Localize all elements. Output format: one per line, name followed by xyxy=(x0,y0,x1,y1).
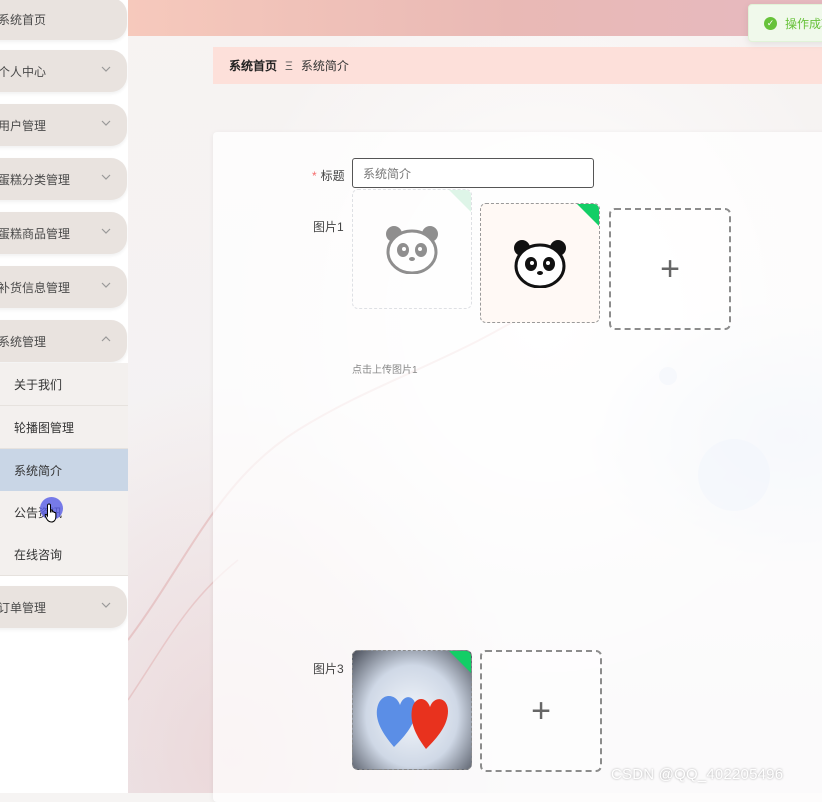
sidebar: 系统首页 个人中心 用户管理 蛋糕分类管理 蛋糕商品管理 补货信息管理 系统管理… xyxy=(0,0,128,793)
sidebar-item-restock-info[interactable]: 补货信息管理 xyxy=(0,266,127,308)
sidebar-subitem-online-consult[interactable]: 在线咨询 xyxy=(0,533,128,576)
chevron-down-icon xyxy=(101,118,111,128)
plus-icon: + xyxy=(660,250,680,288)
breadcrumb-home[interactable]: 系统首页 xyxy=(229,57,277,74)
sidebar-item-label: 蛋糕商品管理 xyxy=(0,226,71,241)
sidebar-subitem-label: 关于我们 xyxy=(14,377,63,392)
sidebar-subitem-label: 轮播图管理 xyxy=(14,420,75,435)
sidebar-item-label: 蛋糕分类管理 xyxy=(0,172,71,187)
required-marker: * xyxy=(312,169,317,183)
sidebar-item-label: 补货信息管理 xyxy=(0,280,71,295)
sidebar-item-label: 系统管理 xyxy=(0,334,47,349)
sidebar-subitem-system-intro[interactable]: 系统简介 xyxy=(0,449,128,492)
chevron-up-icon xyxy=(101,334,111,344)
sidebar-item-home[interactable]: 系统首页 xyxy=(0,0,127,40)
sidebar-item-label: 用户管理 xyxy=(0,118,47,133)
sidebar-subitem-carousel[interactable]: 轮播图管理 xyxy=(0,406,128,449)
sidebar-item-label: 订单管理 xyxy=(0,600,47,615)
sidebar-item-order-management[interactable]: 订单管理 xyxy=(0,586,127,628)
chevron-down-icon xyxy=(101,64,111,74)
plus-icon: + xyxy=(531,692,551,730)
panda-image xyxy=(386,226,438,274)
top-header-bar xyxy=(128,0,822,36)
sidebar-subitem-about-us[interactable]: 关于我们 xyxy=(0,363,128,406)
picture1-upload-button[interactable]: + xyxy=(609,208,731,330)
chevron-down-icon xyxy=(101,600,111,610)
success-toast: ✓ 操作成功 xyxy=(748,4,822,42)
sidebar-item-system-management[interactable]: 系统管理 xyxy=(0,320,127,362)
chevron-down-icon xyxy=(101,280,111,290)
picture3-thumbnail[interactable] xyxy=(352,650,472,770)
watermark: CSDN @QQ_402205496 xyxy=(611,766,784,783)
toast-message: 操作成功 xyxy=(785,16,822,31)
sidebar-subitem-label: 在线咨询 xyxy=(14,547,63,562)
sidebar-item-user-management[interactable]: 用户管理 xyxy=(0,104,127,146)
sidebar-subitem-announcements[interactable]: 公告资讯 xyxy=(0,491,128,534)
sidebar-item-label: 系统首页 xyxy=(0,12,47,27)
sidebar-subitem-label: 系统简介 xyxy=(14,463,63,478)
upload-success-corner xyxy=(448,190,471,213)
picture1-label: 图片1 xyxy=(313,220,344,234)
picture1-thumbnail-dragging[interactable] xyxy=(352,189,472,309)
title-input[interactable] xyxy=(352,158,594,188)
picture1-hint: 点击上传图片1 xyxy=(352,365,418,376)
check-circle-icon: ✓ xyxy=(764,16,777,30)
hand-cursor-icon xyxy=(44,503,57,523)
chevron-down-icon xyxy=(101,226,111,236)
panda-image xyxy=(514,240,566,288)
picture1-thumbnail[interactable] xyxy=(480,203,600,323)
breadcrumb-separator: Ξ xyxy=(285,58,293,73)
sidebar-item-personal-center[interactable]: 个人中心 xyxy=(0,50,127,92)
upload-success-corner xyxy=(448,651,471,674)
title-label: * 标题 xyxy=(312,169,345,183)
picture3-label: 图片3 xyxy=(313,662,344,676)
sidebar-item-cake-category[interactable]: 蛋糕分类管理 xyxy=(0,158,127,200)
breadcrumb: 系统首页 Ξ 系统简介 xyxy=(213,47,822,84)
chevron-down-icon xyxy=(101,172,111,182)
hearts-image xyxy=(376,696,448,749)
sidebar-item-cake-products[interactable]: 蛋糕商品管理 xyxy=(0,212,127,254)
upload-success-corner xyxy=(576,204,599,227)
picture3-upload-button[interactable]: + xyxy=(480,650,602,772)
sidebar-item-label: 个人中心 xyxy=(0,64,47,79)
breadcrumb-current: 系统简介 xyxy=(300,59,349,73)
